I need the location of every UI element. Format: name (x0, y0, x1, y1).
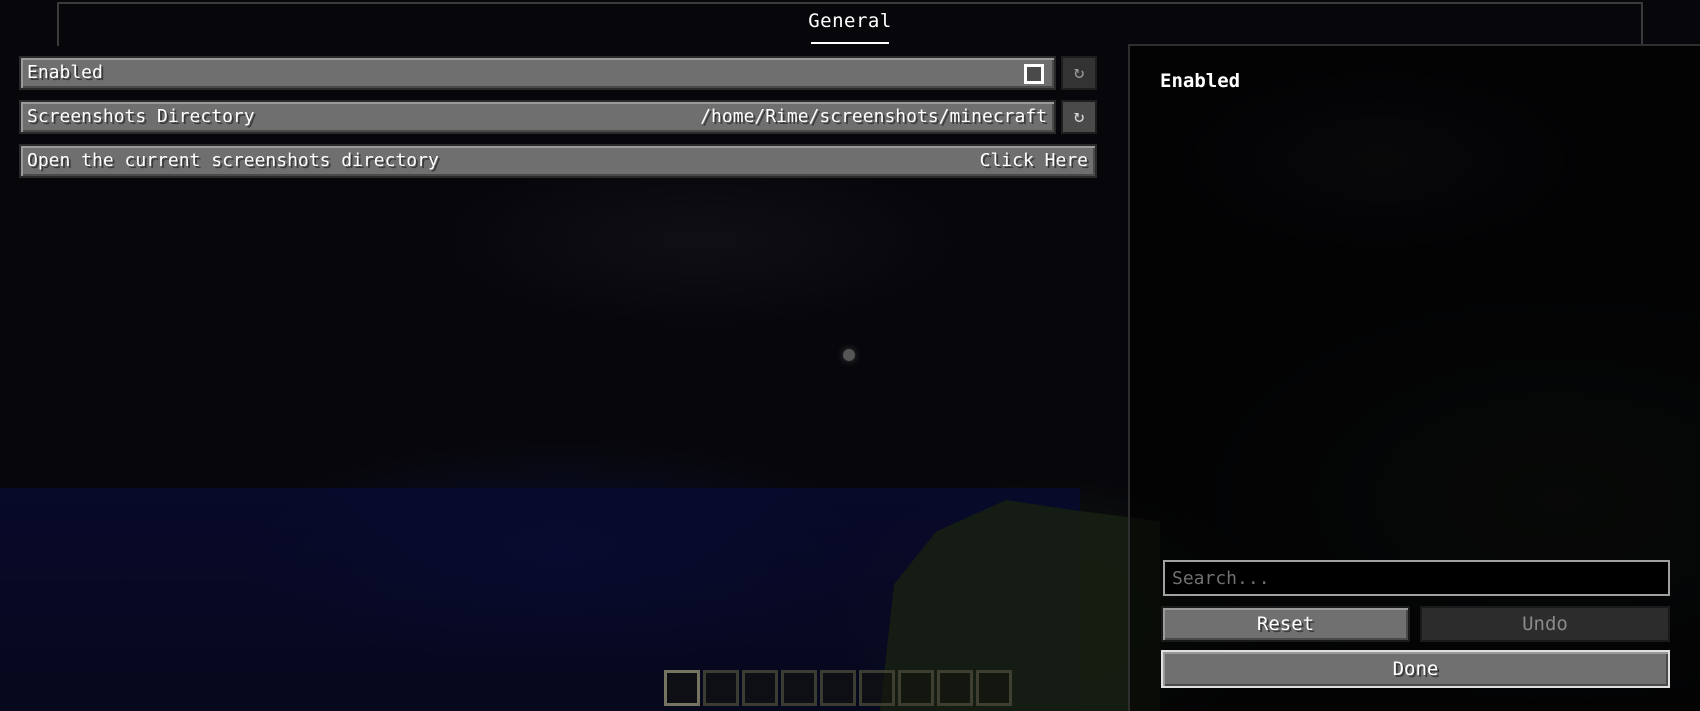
reset-icon: ↻ (1073, 62, 1085, 83)
option-label: Screenshots Directory (27, 106, 255, 127)
tab-selected-indicator (811, 42, 889, 44)
description-title: Enabled (1160, 70, 1241, 92)
moon (843, 349, 855, 361)
hotbar-slot (664, 670, 700, 706)
tab-general[interactable]: General (780, 10, 920, 32)
hotbar-slot (703, 670, 739, 706)
option-label: Open the current screenshots directory (27, 150, 439, 171)
hotbar-slot (898, 670, 934, 706)
hotbar-slot (742, 670, 778, 706)
game-screen: General Enabled ↻ Screenshots Directory … (0, 0, 1700, 711)
hotbar-slot (859, 670, 895, 706)
enabled-checkbox[interactable] (1024, 64, 1044, 84)
hotbar-slot (781, 670, 817, 706)
undo-button[interactable]: Undo (1420, 606, 1670, 642)
hotbar-slot (937, 670, 973, 706)
reset-button[interactable]: Reset (1161, 606, 1410, 642)
description-panel: Enabled Reset Undo Done (1128, 44, 1700, 711)
reset-icon: ↻ (1073, 106, 1085, 127)
hotbar (664, 670, 1012, 706)
screenshots-directory-value[interactable]: /home/Rime/screenshots/minecraft (700, 102, 1047, 132)
option-row-screenshots-directory[interactable]: Screenshots Directory /home/Rime/screens… (19, 100, 1056, 134)
hotbar-slot (820, 670, 856, 706)
option-row-open-directory[interactable]: Open the current screenshots directory C… (19, 144, 1097, 178)
hotbar-slot (976, 670, 1012, 706)
done-button[interactable]: Done (1161, 650, 1670, 688)
reset-screenshots-directory-button[interactable]: ↻ (1061, 100, 1097, 134)
option-label: Enabled (27, 62, 103, 83)
option-row-enabled[interactable]: Enabled (19, 56, 1056, 90)
open-directory-button[interactable]: Click Here (980, 146, 1088, 176)
search-input[interactable] (1163, 560, 1670, 596)
reset-enabled-button[interactable]: ↻ (1061, 56, 1097, 90)
